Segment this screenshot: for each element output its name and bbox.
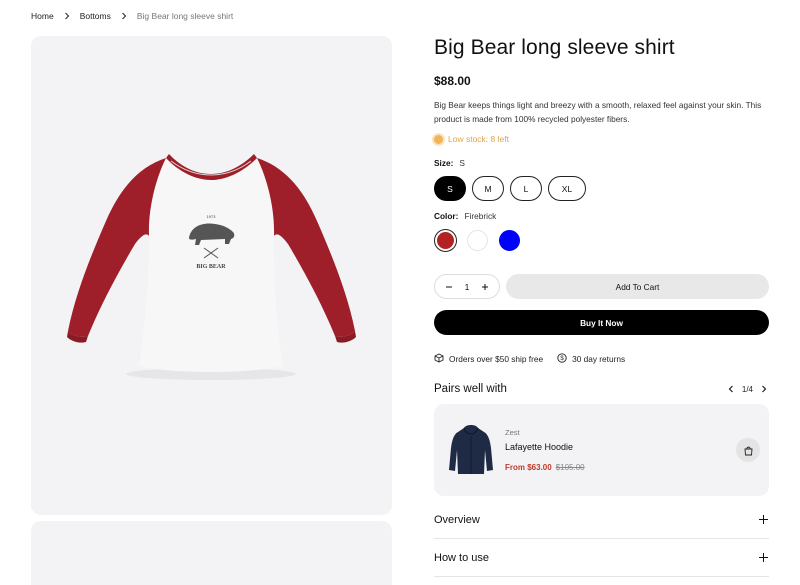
perk-returns-text: 30 day returns <box>572 354 626 364</box>
accordion-overview-label: Overview <box>434 513 480 526</box>
size-label-row: Size: S <box>434 158 769 168</box>
breadcrumb-current: Big Bear long sleeve shirt <box>136 11 234 21</box>
pairs-header: Pairs well with 1/4 <box>434 383 769 395</box>
breadcrumb-home[interactable]: Home <box>31 11 54 21</box>
buy-now-button[interactable]: Buy It Now <box>434 310 769 335</box>
product-info: Big Bear long sleeve shirt $88.00 Big Be… <box>434 34 769 577</box>
stock-text: Low stock: 8 left <box>448 134 509 144</box>
size-options: S M L XL <box>434 176 769 201</box>
plus-icon <box>758 514 769 525</box>
perk-shipping: Orders over $50 ship free <box>434 353 543 365</box>
swatch-firebrick[interactable] <box>434 229 457 252</box>
size-selected-value: S <box>459 158 465 168</box>
svg-text:1973: 1973 <box>207 214 217 219</box>
product-image-secondary[interactable] <box>31 521 392 585</box>
cart-row: 1 Add To Cart <box>434 274 769 299</box>
pair-price: From $63.00 $105.00 <box>505 463 585 472</box>
product-description: Big Bear keeps things light and breezy w… <box>434 100 762 124</box>
color-selected-value: Firebrick <box>464 211 497 221</box>
breadcrumb-bottoms[interactable]: Bottoms <box>80 11 111 21</box>
accordion-overview[interactable]: Overview <box>434 501 769 539</box>
minus-icon[interactable] <box>444 283 454 291</box>
breadcrumb: Home Bottoms Big Bear long sleeve shirt <box>31 11 233 21</box>
plus-icon <box>758 552 769 563</box>
chevron-right-icon <box>62 11 72 21</box>
chevron-right-icon <box>119 11 129 21</box>
plus-icon[interactable] <box>480 283 490 291</box>
pair-brand: Zest <box>505 428 520 437</box>
svg-text:$: $ <box>560 356 564 362</box>
size-option-xl[interactable]: XL <box>548 176 586 201</box>
swatch-blue[interactable] <box>498 229 521 252</box>
quantity-stepper: 1 <box>434 274 500 299</box>
pairs-title: Pairs well with <box>434 383 507 395</box>
size-label: Size: <box>434 158 454 168</box>
perk-shipping-text: Orders over $50 ship free <box>449 354 544 364</box>
size-option-m[interactable]: M <box>472 176 504 201</box>
chevron-left-icon[interactable] <box>726 384 736 394</box>
box-icon <box>434 353 444 365</box>
chevron-right-icon[interactable] <box>759 384 769 394</box>
perks-row: Orders over $50 ship free $ 30 day retur… <box>434 353 769 365</box>
hoodie-image <box>449 425 493 474</box>
stock-dot-icon <box>434 134 443 144</box>
swatch-white[interactable] <box>466 229 489 252</box>
size-option-l[interactable]: L <box>510 176 542 201</box>
add-to-cart-button[interactable]: Add To Cart <box>506 274 769 299</box>
quantity-value[interactable]: 1 <box>462 282 472 292</box>
product-title: Big Bear long sleeve shirt <box>434 36 675 59</box>
pairs-pager: 1/4 <box>726 384 769 394</box>
pair-price-sale: From $63.00 <box>505 463 552 472</box>
color-swatches <box>434 229 769 252</box>
product-shirt-image: 1973 BIG BEAR <box>67 154 356 380</box>
bag-icon[interactable] <box>736 438 760 462</box>
product-price: $88.00 <box>434 74 471 88</box>
product-image-main[interactable]: 1973 BIG BEAR <box>31 36 392 515</box>
dollar-icon: $ <box>557 353 567 365</box>
perk-returns: $ 30 day returns <box>557 353 625 365</box>
accordion-how-to-use[interactable]: How to use <box>434 539 769 577</box>
pager-text: 1/4 <box>741 384 753 394</box>
pair-card[interactable]: Zest Lafayette Hoodie From $63.00 $105.0… <box>434 404 769 496</box>
accordion-how-to-use-label: How to use <box>434 551 490 564</box>
color-label: Color: <box>434 211 459 221</box>
pair-price-original: $105.00 <box>555 463 585 472</box>
size-option-s[interactable]: S <box>434 176 466 201</box>
stock-indicator: Low stock: 8 left <box>434 134 769 144</box>
svg-text:BIG BEAR: BIG BEAR <box>196 264 226 270</box>
color-label-row: Color: Firebrick <box>434 211 769 221</box>
pair-name[interactable]: Lafayette Hoodie <box>505 442 573 452</box>
accordion: Overview How to use <box>434 501 769 577</box>
